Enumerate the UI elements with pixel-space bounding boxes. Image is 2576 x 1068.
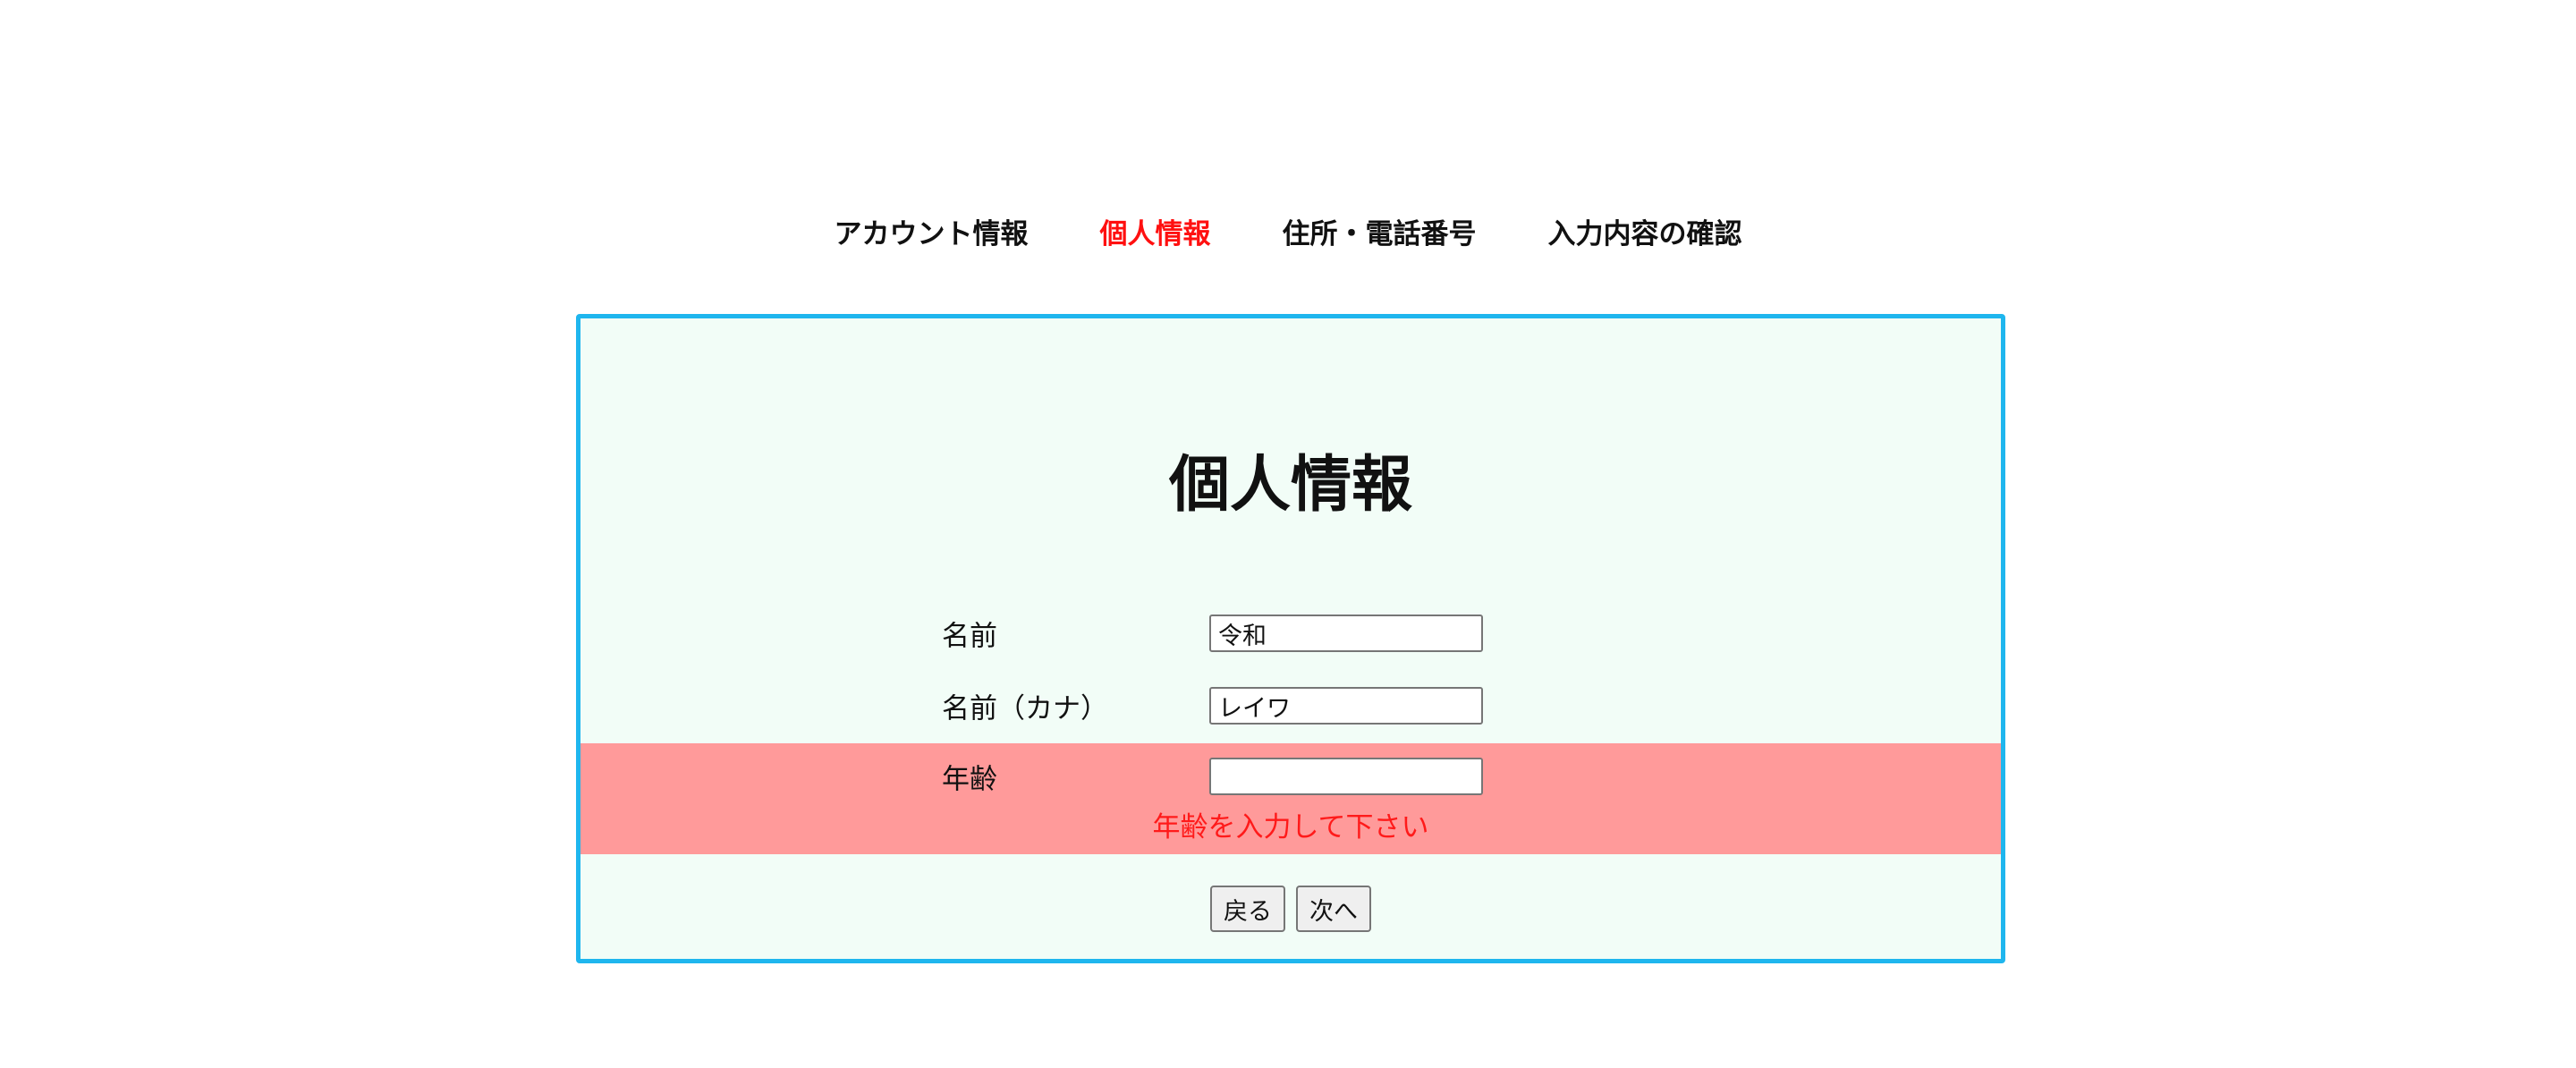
age-row: 年齢 — [580, 743, 2001, 809]
kana-row: 名前（カナ） — [580, 673, 2001, 739]
step-address-phone[interactable]: 住所・電話番号 — [1283, 215, 1477, 254]
button-bar: 戻る 次へ — [580, 886, 2001, 932]
form-panel: 個人情報 名前 名前（カナ） 年齢 年齢を入力して下さい 戻る 次へ — [576, 314, 2005, 963]
back-button[interactable]: 戻る — [1210, 886, 1285, 932]
age-input[interactable] — [1209, 758, 1483, 795]
age-label: 年齢 — [942, 763, 997, 796]
step-personal-info[interactable]: 個人情報 — [1100, 215, 1211, 254]
step-account-info[interactable]: アカウント情報 — [835, 215, 1029, 254]
age-error-message: 年齢を入力して下さい — [1152, 811, 1429, 843]
step-confirmation[interactable]: 入力内容の確認 — [1548, 215, 1742, 254]
kana-label: 名前（カナ） — [942, 692, 1108, 725]
name-row: 名前 — [580, 600, 2001, 666]
kana-input[interactable] — [1209, 687, 1483, 725]
name-label: 名前 — [942, 620, 997, 653]
name-input[interactable] — [1209, 615, 1483, 652]
page-title: 個人情報 — [1168, 450, 1412, 521]
step-navigation: アカウント情報 個人情報 住所・電話番号 入力内容の確認 — [0, 215, 2576, 254]
next-button[interactable]: 次へ — [1296, 886, 1371, 932]
age-error-band: 年齢 年齢を入力して下さい — [580, 743, 2001, 854]
